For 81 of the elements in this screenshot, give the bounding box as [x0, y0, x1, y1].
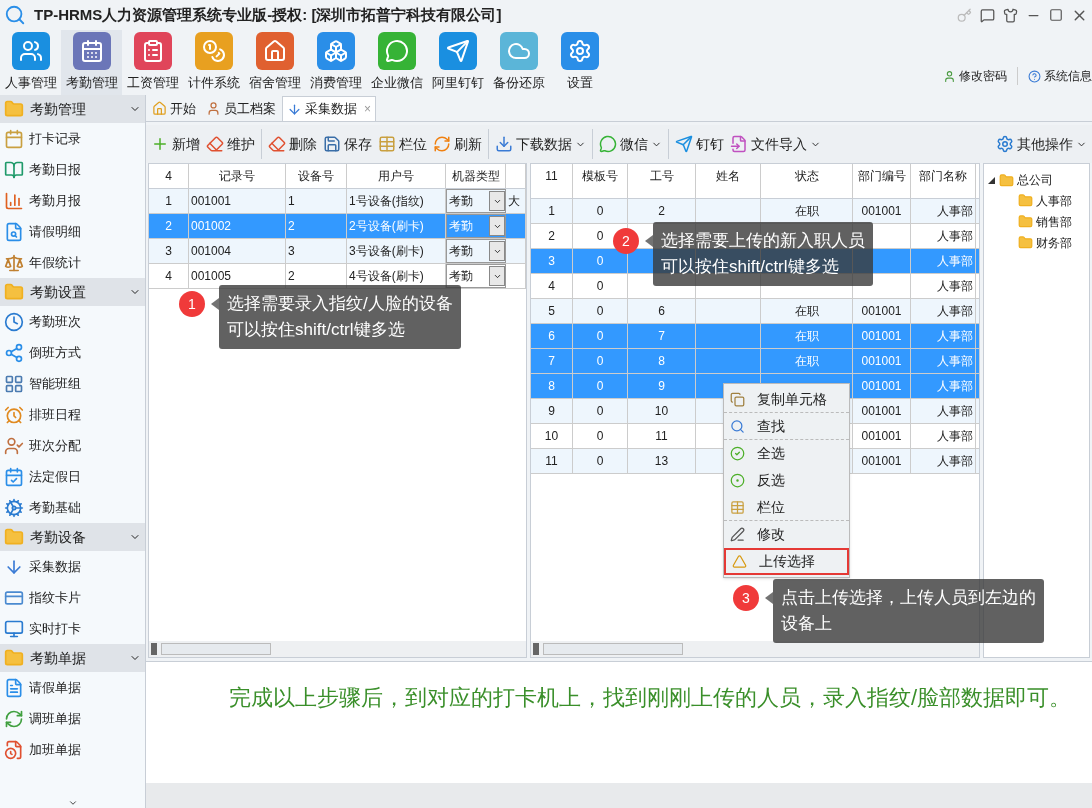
table-cell: 0: [573, 424, 628, 448]
window-title: TP-HRMS人力资源管理系统专业版-授权: [深圳市拓普宁科技有限公司]: [34, 4, 502, 25]
table-cell: 001001: [853, 324, 911, 348]
table-cell: 人事部: [911, 399, 976, 423]
table-cell: 人事部: [911, 274, 976, 298]
column-header: 11: [531, 164, 573, 198]
column-header: 状态: [761, 164, 853, 198]
table-cell: 人事部: [911, 374, 976, 398]
table-cell: 13: [628, 449, 696, 473]
table-cell: 0: [573, 274, 628, 298]
table-cell: 2: [286, 214, 347, 238]
table-cell: 4: [149, 264, 189, 288]
table-cell: 3: [531, 249, 573, 273]
table-cell: 1: [531, 199, 573, 223]
table-cell: 在职: [761, 324, 853, 348]
table-cell: 3号设备(刷卡): [347, 239, 446, 263]
table-cell: 在职: [761, 349, 853, 373]
table-cell: 7: [531, 349, 573, 373]
column-header: 4: [149, 164, 189, 188]
table-cell: 人事部: [911, 249, 976, 273]
table-cell: 001002: [189, 214, 286, 238]
table-cell: 001001: [189, 189, 286, 213]
table-cell: 人事部: [911, 224, 976, 248]
table-cell: 11: [628, 424, 696, 448]
table-cell: 大: [506, 189, 526, 213]
column-header: 用户号: [347, 164, 446, 188]
table-cell: 0: [573, 324, 628, 348]
column-header: 部门编号: [853, 164, 911, 198]
table-cell: 10: [531, 424, 573, 448]
table-cell: 9: [628, 374, 696, 398]
table-cell: 2: [149, 214, 189, 238]
callout-text: 点击上传选择，上传人员到左边的: [781, 587, 1036, 609]
table-cell: 4: [531, 274, 573, 298]
table-cell: 在职: [761, 299, 853, 323]
table-cell: 2: [531, 224, 573, 248]
table-cell: 001001: [853, 349, 911, 373]
table-cell: 1: [149, 189, 189, 213]
table-cell: 0: [573, 199, 628, 223]
table-cell: 6: [531, 324, 573, 348]
table-cell: 9: [531, 399, 573, 423]
table-cell: 001001: [853, 449, 911, 473]
table-cell: 0: [573, 299, 628, 323]
column-header: 设备号: [286, 164, 347, 188]
table-cell: 11: [531, 449, 573, 473]
table-cell: 6: [628, 299, 696, 323]
table-cell: 5: [531, 299, 573, 323]
callout-text: 选择需要录入指纹/人脸的设备: [227, 293, 453, 315]
column-header: 模板号: [573, 164, 628, 198]
table-cell: 人事部: [911, 299, 976, 323]
table-cell: 0: [573, 449, 628, 473]
column-header: 姓名: [696, 164, 761, 198]
table-cell: 10: [628, 399, 696, 423]
table-cell: 人事部: [911, 199, 976, 223]
table-cell: 0: [573, 374, 628, 398]
table-cell: 001001: [853, 374, 911, 398]
table-cell: 0: [573, 349, 628, 373]
table-cell: 人事部: [911, 449, 976, 473]
table-cell: 8: [531, 374, 573, 398]
column-header: 工号: [628, 164, 696, 198]
callout-text: 可以按住shift/ctrl键多选: [227, 319, 406, 341]
table-cell: 人事部: [911, 349, 976, 373]
table-cell: 001001: [853, 299, 911, 323]
callout-text: 设备上: [781, 613, 833, 635]
table-cell: 3: [286, 239, 347, 263]
table-cell: 3: [149, 239, 189, 263]
table-cell: 001001: [853, 399, 911, 423]
instruction-text: 完成以上步骤后，到对应的打卡机上，找到刚刚上传的人员，录入指纹/脸部数据即可。: [229, 684, 1072, 712]
table-cell: 001001: [853, 424, 911, 448]
table-cell: 人事部: [911, 324, 976, 348]
table-cell: 1: [286, 189, 347, 213]
column-header: 部门名称: [911, 164, 976, 198]
column-header: 记录号: [189, 164, 286, 188]
table-cell: 7: [628, 324, 696, 348]
table-cell: 1号设备(指纹): [347, 189, 446, 213]
column-header: 机器类型: [446, 164, 506, 188]
callout-text: 选择需要上传的新入职人员: [661, 230, 865, 252]
table-cell: 2号设备(刷卡): [347, 214, 446, 238]
table-cell: 人事部: [911, 424, 976, 448]
table-cell: 001004: [189, 239, 286, 263]
table-cell: 8: [628, 349, 696, 373]
table-cell: 0: [573, 399, 628, 423]
